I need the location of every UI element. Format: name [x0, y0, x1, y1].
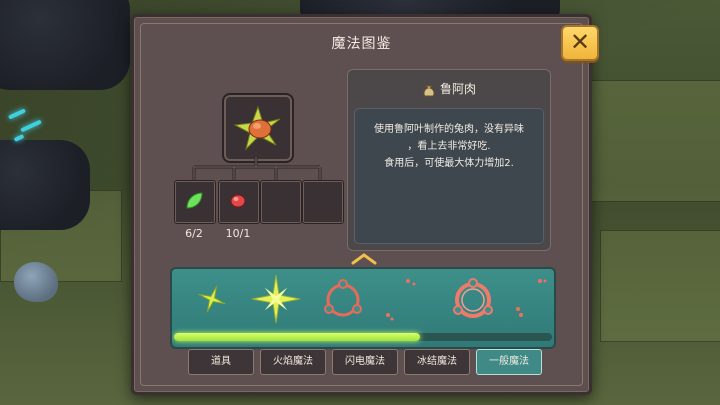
item-description: 使用鲁阿叶制作的兔肉，没有异味 ，看上去非常好吃. 食用后，可使最大体力增加2. — [354, 108, 544, 244]
red-sparkle-icon — [516, 279, 547, 317]
ground-tile — [600, 230, 720, 342]
description-line: 使用鲁阿叶制作的兔肉，没有异味 — [374, 124, 524, 135]
green-star-spell-large-icon — [251, 274, 301, 324]
recipe-result-slot[interactable] — [222, 93, 294, 163]
green-leaf-icon — [186, 192, 203, 209]
ingredient-slot-empty[interactable] — [260, 180, 302, 224]
chevron-up-icon[interactable] — [351, 253, 377, 265]
magic-encyclopedia-panel: 魔法图鉴 ✕ 6/2 10/1 鲁阿肉 使用鲁阿叶制作的兔肉，没有异味 ，看上去… — [131, 14, 599, 395]
spell-progress-track — [174, 333, 552, 341]
luah-leaf-meat-icon — [233, 105, 281, 151]
red-sparkle-icon — [386, 279, 416, 321]
ingredient-slot[interactable] — [218, 180, 260, 224]
tab-general-magic[interactable]: 一般魔法 — [476, 349, 542, 375]
close-icon: ✕ — [569, 28, 591, 56]
category-tabs: 道具 火焰魔法 闪电魔法 冰结魔法 一般魔法 — [188, 349, 542, 375]
tab-items[interactable]: 道具 — [188, 349, 254, 375]
meat-bag-icon — [423, 85, 435, 96]
tab-ice-magic[interactable]: 冰结魔法 — [404, 349, 470, 375]
dark-rock — [0, 140, 90, 230]
ground-tile — [590, 80, 720, 202]
item-name: 鲁阿肉 — [439, 82, 476, 96]
ingredient-count: 6/2 — [185, 227, 203, 240]
description-line: ，看上去非常好吃. — [407, 141, 491, 152]
spell-progress-fill — [174, 333, 420, 341]
item-header: 鲁阿肉 — [348, 80, 550, 97]
tab-fire-magic[interactable]: 火焰魔法 — [260, 349, 326, 375]
ingredient-count: 10/1 — [225, 227, 251, 240]
creature-sprite — [14, 262, 58, 302]
red-meat-icon — [230, 194, 246, 208]
item-description-box: 鲁阿肉 使用鲁阿叶制作的兔肉，没有异味 ，看上去非常好吃. 食用后，可使最大体力… — [347, 69, 551, 251]
close-button[interactable]: ✕ — [561, 25, 599, 61]
ingredient-slot-empty[interactable] — [302, 180, 344, 224]
red-ring-spell-icon — [324, 279, 362, 317]
dark-rock — [0, 0, 130, 90]
green-star-spell-icon — [198, 285, 226, 313]
description-line: 食用后，可使最大体力增加2. — [384, 158, 514, 169]
tab-lightning-magic[interactable]: 闪电魔法 — [332, 349, 398, 375]
ingredient-slot[interactable] — [174, 180, 216, 224]
panel-title: 魔法图鉴 — [331, 36, 392, 52]
red-ring-spell-burst-icon — [453, 278, 493, 318]
spell-strip[interactable] — [170, 267, 556, 349]
